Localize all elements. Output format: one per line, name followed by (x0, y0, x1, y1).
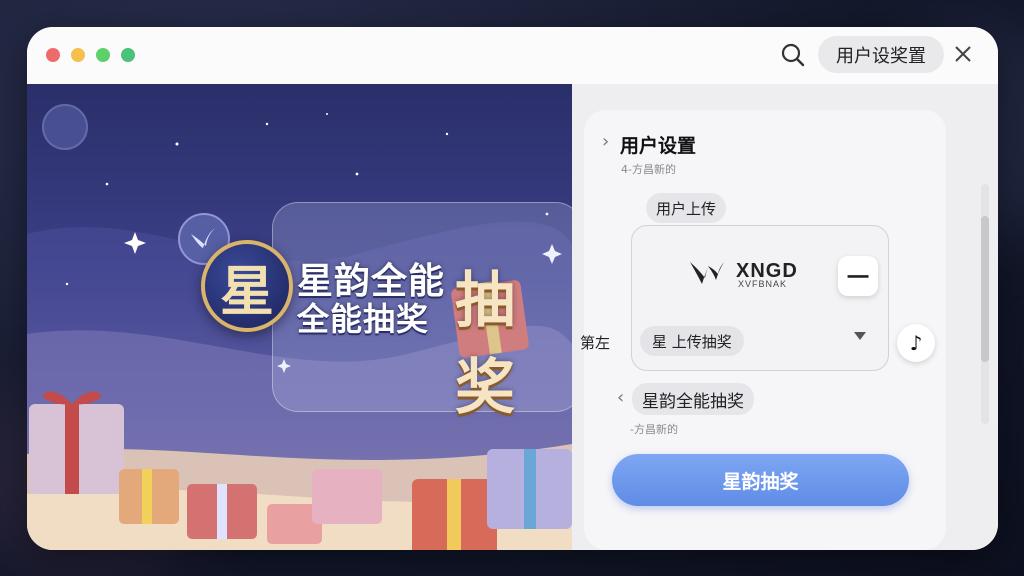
caret-down-icon[interactable] (852, 330, 868, 342)
chevron-left-icon[interactable]: ‹ (617, 387, 624, 408)
close-window-dot[interactable] (46, 48, 60, 62)
close-icon[interactable] (952, 43, 974, 65)
logo-badge: 星 (201, 240, 293, 332)
side-label: 第左 (580, 334, 611, 352)
hero-big-title: 抽奖 (455, 266, 517, 423)
hero-title-line2: 全能抽奖 (297, 300, 430, 338)
minimize-window-dot[interactable] (71, 48, 85, 62)
upload-draw-select[interactable]: 星 上传抽奖 (640, 326, 744, 356)
brand-mark-icon (690, 260, 724, 284)
minus-button[interactable]: 一 (838, 256, 878, 296)
chevron-right-icon[interactable]: › (602, 131, 609, 152)
section-title-user-settings: 用户设置 (620, 135, 697, 157)
brand-subtitle: XVFBNAK (738, 279, 788, 289)
window-controls (46, 48, 135, 62)
extra-window-dot[interactable] (121, 48, 135, 62)
user-upload-chip[interactable]: 用户上传 (646, 193, 727, 223)
lottery-title-chip[interactable]: 星韵全能抽奖 (632, 383, 754, 415)
search-icon[interactable] (779, 41, 807, 69)
lottery-subtitle: -方昌新的 (630, 423, 678, 436)
user-settings-button[interactable]: 用户设奖置 (818, 36, 944, 73)
draw-button[interactable]: 星韵抽奖 (612, 454, 909, 506)
hero-banner: 星 星韵全能 全能抽奖 抽奖 (27, 84, 572, 550)
zoom-window-dot[interactable] (96, 48, 110, 62)
music-note-button[interactable]: ♪ (897, 324, 935, 362)
section-subtitle: 4-方昌新的 (621, 163, 676, 176)
title-bar: 用户设奖置 (27, 27, 998, 84)
scroll-thumb[interactable] (981, 216, 989, 362)
